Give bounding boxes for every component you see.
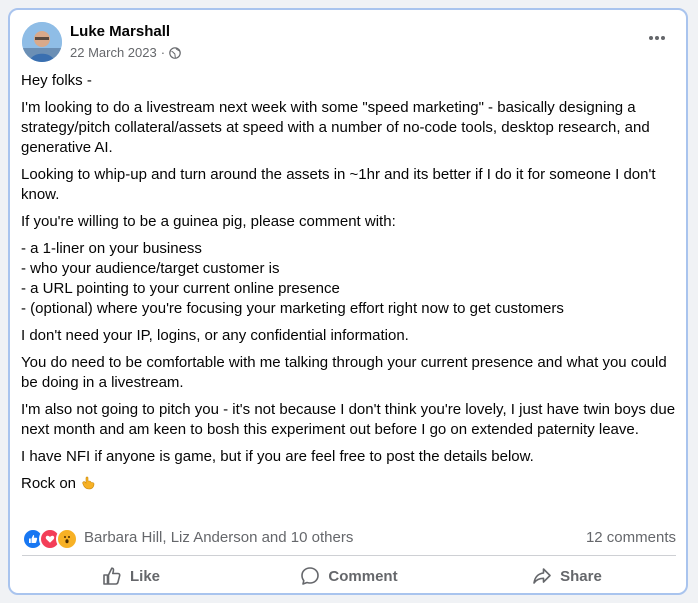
thumbs-up-icon	[102, 566, 122, 586]
like-button[interactable]: Like	[22, 561, 240, 591]
list-item: - (optional) where you're focusing your …	[21, 300, 564, 317]
comment-bubble-icon	[300, 566, 320, 586]
post-paragraph: Hey folks -	[21, 72, 92, 89]
list-item: - a URL pointing to your current online …	[21, 280, 340, 297]
post-paragraph-closing: Rock on	[21, 474, 681, 494]
comments-count[interactable]: 12 comments	[586, 529, 676, 546]
reaction-icons[interactable]	[22, 528, 78, 550]
post-paragraph: I don't need your IP, logins, or any con…	[21, 327, 409, 344]
post-paragraph: I'm looking to do a livestream next week…	[21, 99, 650, 156]
post-card: Luke Marshall 22 March 2023 · Hey folks …	[8, 8, 688, 595]
post-actions: Like Comment Share	[22, 561, 676, 591]
reactions-summary: Barbara Hill, Liz Anderson and 10 others…	[22, 527, 676, 550]
post-date[interactable]: 22 March 2023	[70, 45, 157, 60]
call-me-hand-emoji	[80, 474, 97, 491]
comment-button[interactable]: Comment	[240, 561, 458, 591]
comment-label: Comment	[328, 567, 398, 585]
meta-separator: ·	[160, 45, 166, 60]
post-header: Luke Marshall 22 March 2023 ·	[22, 22, 672, 64]
like-label: Like	[129, 567, 160, 585]
reacted-by-text[interactable]: Barbara Hill, Liz Anderson and 10 others	[84, 529, 353, 546]
globe-icon	[169, 46, 181, 59]
list-item: - a 1-liner on your business	[21, 240, 202, 257]
post-paragraph: I'm also not going to pitch you - it's n…	[21, 401, 676, 438]
wow-reaction-icon	[56, 528, 78, 550]
post-body: Hey folks - I'm looking to do a livestre…	[21, 71, 681, 501]
post-paragraph: You do need to be comfortable with me ta…	[21, 354, 667, 391]
share-label: Share	[560, 567, 602, 585]
divider	[22, 555, 676, 556]
share-button[interactable]: Share	[458, 561, 676, 591]
avatar[interactable]	[22, 22, 62, 62]
closing-text: Rock on	[21, 475, 77, 492]
more-options-icon[interactable]	[642, 26, 672, 50]
share-arrow-icon	[532, 566, 552, 586]
list-item: - who your audience/target customer is	[21, 260, 280, 277]
post-meta: 22 March 2023 ·	[70, 45, 181, 60]
post-paragraph: I have NFI if anyone is game, but if you…	[21, 448, 534, 465]
post-paragraph: Looking to whip-up and turn around the a…	[21, 166, 656, 203]
author-name[interactable]: Luke Marshall	[70, 23, 170, 40]
post-paragraph: If you're willing to be a guinea pig, pl…	[21, 213, 396, 230]
